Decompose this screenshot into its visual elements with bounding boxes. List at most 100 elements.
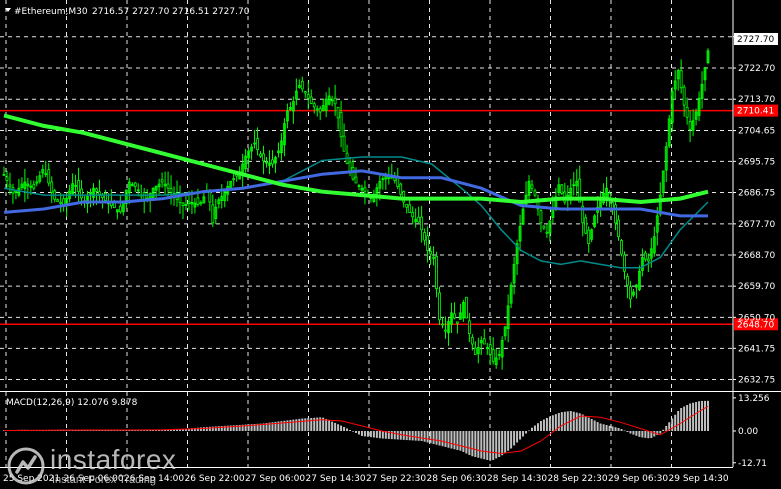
price-tick-label: 2722.70 — [738, 64, 775, 74]
price-tick-label: 2704.65 — [738, 127, 775, 137]
candle-body — [405, 203, 409, 208]
macd-bar — [465, 431, 468, 454]
macd-bar — [554, 414, 557, 431]
candle-body — [488, 344, 492, 355]
macd-bar — [390, 431, 393, 440]
macd-bar — [686, 405, 689, 431]
watermark-brand: instaforex — [50, 444, 177, 475]
macd-bar — [519, 431, 522, 440]
macd-bar — [563, 411, 566, 431]
macd-bar — [441, 431, 444, 447]
macd-bar — [355, 431, 357, 433]
macd-bar — [366, 431, 369, 437]
time-tick-label: 27 Sep 14:30 — [306, 474, 366, 484]
macd-bar — [647, 431, 650, 439]
candle-body — [77, 180, 80, 193]
candle-body — [318, 108, 322, 113]
macd-bar — [492, 431, 495, 460]
macd-bar — [495, 431, 498, 459]
price-level-label: 2710.41 — [737, 107, 774, 117]
macd-bar — [486, 431, 489, 460]
macd-bar — [369, 431, 372, 438]
macd-bar — [211, 426, 214, 431]
candle-body — [160, 179, 164, 183]
macd-bar — [635, 431, 638, 436]
candle-body — [312, 103, 316, 108]
macd-bar — [334, 422, 337, 431]
macd-bar — [605, 425, 608, 431]
candle-body — [14, 191, 18, 193]
macd-bar — [680, 408, 683, 431]
macd-bar — [581, 414, 584, 431]
macd-bar — [566, 411, 569, 431]
candle-body — [342, 135, 346, 152]
macd-bar — [286, 420, 289, 431]
macd-bar — [701, 400, 704, 431]
candle-body — [444, 329, 447, 332]
macd-bar — [542, 419, 545, 431]
price-tick-label: 2650.70 — [738, 313, 775, 323]
time-tick-label: 28 Sep 14:30 — [487, 474, 547, 484]
candle-body — [118, 205, 122, 213]
macd-bar — [659, 431, 662, 434]
candle-body — [429, 251, 432, 255]
macd-bar — [620, 429, 623, 431]
macd-bar — [349, 430, 352, 431]
macd-bar — [304, 418, 307, 431]
candle-body — [614, 204, 617, 224]
macd-bar — [346, 428, 349, 431]
macd-bar — [483, 431, 486, 460]
price-chart[interactable]: 2710.412648.70 2731.752722.702713.702704… — [0, 0, 781, 489]
macd-tick-label: 0.00 — [738, 427, 758, 437]
candle-body — [688, 120, 692, 130]
price-tick-label: 2677.70 — [738, 220, 775, 230]
candle-body — [50, 181, 54, 193]
candle-body — [47, 169, 51, 184]
candle-body — [470, 337, 474, 345]
symbol-label: #Ethereum,M30 — [14, 7, 88, 17]
macd-bar — [343, 427, 346, 431]
macd-label: MACD(12,26,9) 12.076 9.878 — [6, 398, 138, 408]
candle-body — [196, 197, 200, 205]
macd-bar — [399, 431, 402, 440]
candle-body — [181, 202, 185, 206]
candle-body — [491, 349, 495, 362]
candle-body — [80, 188, 83, 199]
macd-bar — [596, 422, 599, 431]
macd-bar — [590, 419, 593, 431]
macd-bar — [522, 431, 525, 437]
macd-bar — [504, 431, 507, 453]
macd-bar — [450, 431, 453, 449]
time-tick-label: 27 Sep 06:00 — [245, 474, 305, 484]
candle-body — [584, 217, 588, 234]
candle-body — [426, 235, 429, 251]
candle-body — [623, 254, 626, 272]
macd-bar — [611, 426, 614, 431]
macd-bar — [426, 431, 429, 443]
macd-bar — [674, 414, 677, 431]
macd-bar — [363, 431, 366, 437]
macd-bar — [202, 427, 205, 431]
macd-bar — [372, 431, 375, 438]
candle-body — [303, 91, 307, 94]
macd-bar — [429, 431, 432, 444]
candle-body — [59, 201, 63, 204]
price-tick-label: 2713.70 — [738, 95, 775, 105]
candle-body — [435, 256, 438, 289]
instaforex-logo-icon — [7, 447, 45, 485]
macd-bar — [698, 401, 701, 431]
candle-body — [408, 204, 412, 213]
macd-bar — [310, 417, 313, 431]
chart-header: #Ethereum,M30 2716.57 2727.70 2716.51 27… — [5, 7, 250, 17]
macd-bar — [525, 431, 528, 434]
macd-bar — [378, 431, 381, 439]
macd-bar — [292, 419, 295, 431]
candle-body — [166, 183, 170, 189]
candle-body — [354, 176, 358, 184]
candle-body — [199, 202, 203, 205]
macd-bar — [360, 431, 363, 436]
macd-bar — [584, 416, 587, 431]
macd-bar — [614, 427, 617, 431]
macd-bar — [301, 418, 304, 431]
candle-body — [309, 96, 313, 104]
